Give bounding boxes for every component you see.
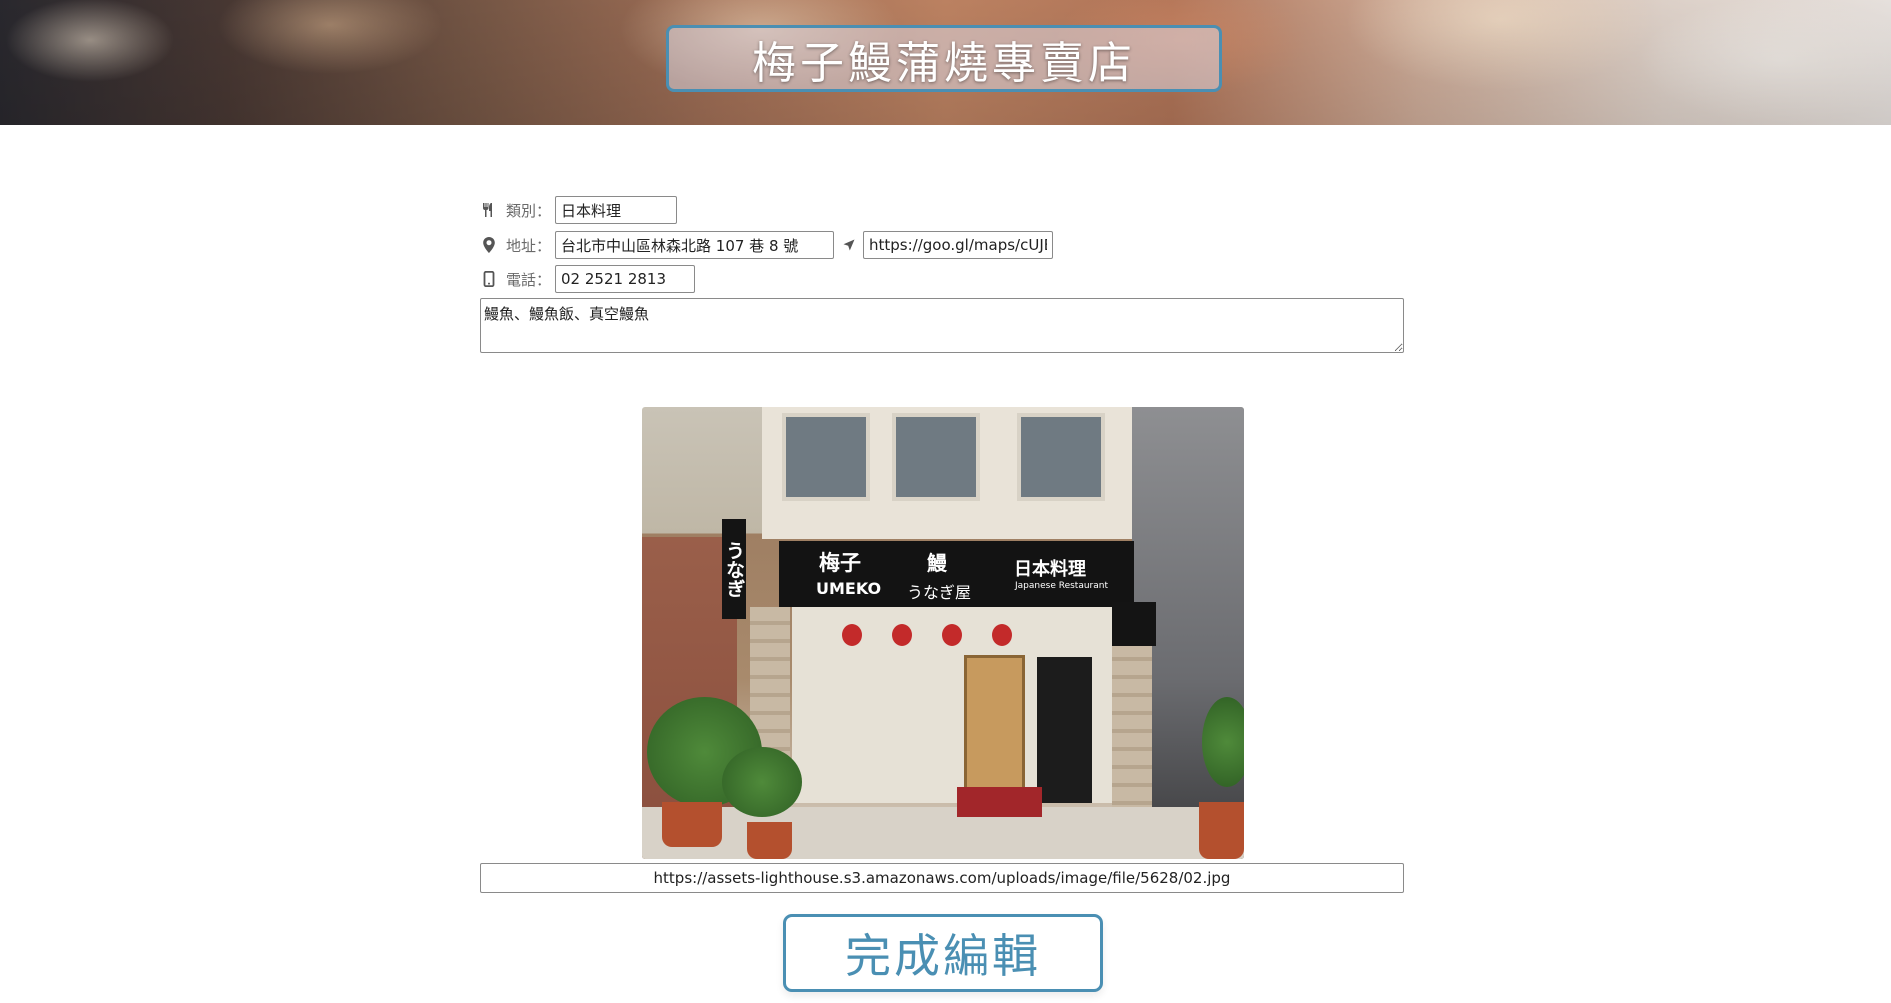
done-editing-button[interactable]: 完成編輯	[783, 914, 1103, 992]
category-row: 類別：	[480, 195, 678, 225]
category-label: 類別：	[506, 201, 552, 220]
phone-row: 電話：	[480, 264, 696, 294]
address-input[interactable]	[555, 231, 835, 259]
category-input[interactable]	[555, 196, 678, 224]
address-label: 地址：	[506, 236, 552, 255]
phone-input[interactable]	[555, 265, 696, 293]
phone-label: 電話：	[506, 270, 552, 289]
restaurant-awning: 梅子 UMEKO 鰻 うなぎ屋 日本料理 Japanese Restaurant	[779, 541, 1134, 607]
address-row: 地址：	[480, 230, 1054, 260]
page-title: 梅子鰻蒲燒專賣店	[752, 37, 1136, 89]
description-textarea[interactable]: 鰻魚、鰻魚飯、真空鰻魚	[480, 298, 1404, 353]
page-title-box: 梅子鰻蒲燒專賣店	[666, 25, 1222, 92]
mobile-phone-icon	[480, 270, 498, 288]
restaurant-photo: 梅子 UMEKO 鰻 うなぎ屋 日本料理 Japanese Restaurant…	[642, 407, 1244, 859]
map-url-input[interactable]	[863, 231, 1054, 259]
map-marker-icon	[480, 236, 498, 254]
utensils-icon	[480, 201, 498, 219]
image-url-input[interactable]	[480, 863, 1404, 893]
location-arrow-icon	[840, 236, 858, 254]
